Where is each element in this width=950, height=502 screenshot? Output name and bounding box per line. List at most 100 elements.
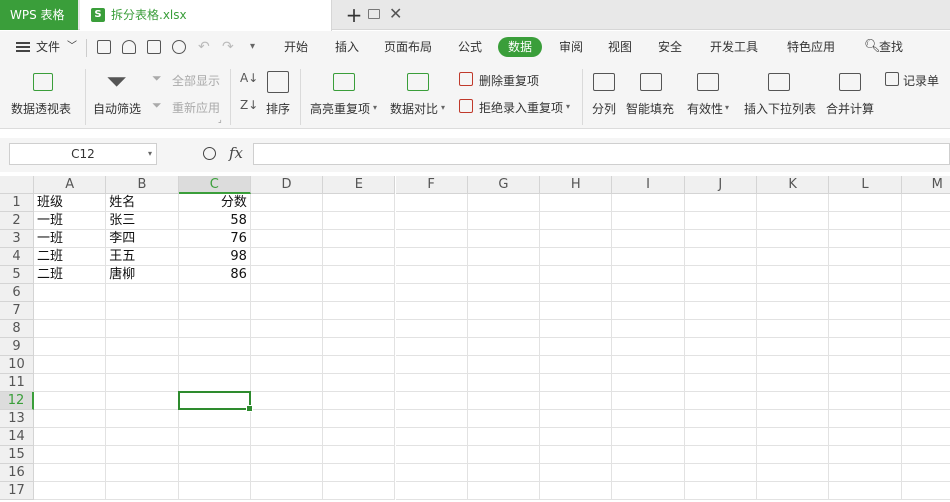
column-header-m[interactable]: M bbox=[901, 176, 950, 194]
cell-k2[interactable] bbox=[757, 212, 830, 230]
cell-m5[interactable] bbox=[901, 266, 950, 284]
cell-h9[interactable] bbox=[540, 338, 613, 356]
cell-c7[interactable] bbox=[178, 302, 251, 320]
cell-c5[interactable]: 86 bbox=[178, 266, 251, 284]
cell-f9[interactable] bbox=[395, 338, 468, 356]
cell-l13[interactable] bbox=[829, 410, 902, 428]
app-tab[interactable]: WPS 表格 bbox=[0, 0, 78, 30]
cell-e10[interactable] bbox=[323, 356, 396, 374]
cell-j4[interactable] bbox=[684, 248, 757, 266]
cell-c10[interactable] bbox=[178, 356, 251, 374]
cell-e9[interactable] bbox=[323, 338, 396, 356]
row-header-15[interactable]: 15 bbox=[0, 446, 34, 464]
cell-c17[interactable] bbox=[178, 482, 251, 500]
cell-l6[interactable] bbox=[829, 284, 902, 302]
cell-b16[interactable] bbox=[106, 464, 179, 482]
column-header-d[interactable]: D bbox=[250, 176, 324, 194]
cell-f3[interactable] bbox=[395, 230, 468, 248]
cell-d2[interactable] bbox=[250, 212, 324, 230]
cell-i3[interactable] bbox=[612, 230, 685, 248]
cell-c14[interactable] bbox=[178, 428, 251, 446]
cell-e17[interactable] bbox=[323, 482, 396, 500]
row-header-2[interactable]: 2 bbox=[0, 212, 34, 230]
tab-data[interactable]: 数据 bbox=[498, 37, 543, 57]
tab-special-apps[interactable]: 特色应用 bbox=[787, 31, 835, 63]
cell-a6[interactable] bbox=[34, 284, 107, 302]
cell-m7[interactable] bbox=[901, 302, 950, 320]
cell-b3[interactable]: 李四 bbox=[106, 230, 179, 248]
column-header-e[interactable]: E bbox=[323, 176, 396, 194]
cell-g3[interactable] bbox=[467, 230, 541, 248]
cell-i15[interactable] bbox=[612, 446, 685, 464]
cell-f16[interactable] bbox=[395, 464, 468, 482]
cell-e1[interactable] bbox=[323, 194, 396, 212]
print-preview-icon[interactable] bbox=[172, 40, 186, 54]
tab-home[interactable]: 开始 bbox=[284, 31, 308, 63]
chevron-down-icon[interactable]: ▾ bbox=[725, 103, 729, 112]
cell-i5[interactable] bbox=[612, 266, 685, 284]
cell-h4[interactable] bbox=[540, 248, 613, 266]
cell-f10[interactable] bbox=[395, 356, 468, 374]
cell-j5[interactable] bbox=[684, 266, 757, 284]
cell-f7[interactable] bbox=[395, 302, 468, 320]
cell-g10[interactable] bbox=[467, 356, 541, 374]
cell-g2[interactable] bbox=[467, 212, 541, 230]
cell-m9[interactable] bbox=[901, 338, 950, 356]
sort-button[interactable]: 排序 bbox=[266, 100, 290, 117]
cell-d16[interactable] bbox=[250, 464, 324, 482]
chevron-down-icon[interactable]: ▾ bbox=[441, 103, 445, 112]
cell-a4[interactable]: 二班 bbox=[34, 248, 107, 266]
cell-l14[interactable] bbox=[829, 428, 902, 446]
cell-a17[interactable] bbox=[34, 482, 107, 500]
cell-k7[interactable] bbox=[757, 302, 830, 320]
tab-insert[interactable]: 插入 bbox=[335, 31, 359, 63]
cell-k1[interactable] bbox=[757, 194, 830, 212]
highlight-duplicates-button[interactable]: 高亮重复项 bbox=[310, 100, 370, 117]
sort-descending-icon[interactable]: Z↓ bbox=[240, 98, 258, 112]
remove-duplicates-button[interactable]: 删除重复项 bbox=[479, 72, 539, 89]
cell-j6[interactable] bbox=[684, 284, 757, 302]
cell-h2[interactable] bbox=[540, 212, 613, 230]
tab-developer[interactable]: 开发工具 bbox=[710, 31, 758, 63]
chevron-down-icon[interactable]: ▾ bbox=[566, 102, 570, 111]
cell-l11[interactable] bbox=[829, 374, 902, 392]
cell-h12[interactable] bbox=[540, 392, 613, 410]
cell-b8[interactable] bbox=[106, 320, 179, 338]
chevron-down-icon[interactable]: ▾ bbox=[373, 103, 377, 112]
cell-j1[interactable] bbox=[684, 194, 757, 212]
select-all-corner[interactable] bbox=[0, 176, 34, 194]
cell-m11[interactable] bbox=[901, 374, 950, 392]
cell-m17[interactable] bbox=[901, 482, 950, 500]
sort-ascending-icon[interactable]: A↓ bbox=[240, 71, 258, 85]
cell-d14[interactable] bbox=[250, 428, 324, 446]
cell-a7[interactable] bbox=[34, 302, 107, 320]
cell-c15[interactable] bbox=[178, 446, 251, 464]
cell-k15[interactable] bbox=[757, 446, 830, 464]
cell-i16[interactable] bbox=[612, 464, 685, 482]
cell-a14[interactable] bbox=[34, 428, 107, 446]
cell-i17[interactable] bbox=[612, 482, 685, 500]
row-header-6[interactable]: 6 bbox=[0, 284, 34, 302]
cell-b1[interactable]: 姓名 bbox=[106, 194, 179, 212]
cell-m14[interactable] bbox=[901, 428, 950, 446]
cell-c3[interactable]: 76 bbox=[178, 230, 251, 248]
split-column-button[interactable]: 分列 bbox=[592, 100, 616, 117]
data-compare-button[interactable]: 数据对比 bbox=[390, 100, 438, 117]
cell-a13[interactable] bbox=[34, 410, 107, 428]
close-icon[interactable]: ✕ bbox=[389, 4, 402, 24]
cell-a10[interactable] bbox=[34, 356, 107, 374]
cell-m4[interactable] bbox=[901, 248, 950, 266]
cell-m3[interactable] bbox=[901, 230, 950, 248]
cell-d17[interactable] bbox=[250, 482, 324, 500]
cell-g6[interactable] bbox=[467, 284, 541, 302]
smart-fill-button[interactable]: 智能填充 bbox=[626, 100, 674, 117]
cell-j11[interactable] bbox=[684, 374, 757, 392]
cell-i2[interactable] bbox=[612, 212, 685, 230]
cell-l2[interactable] bbox=[829, 212, 902, 230]
window-restore-icon[interactable] bbox=[368, 9, 380, 19]
cell-h17[interactable] bbox=[540, 482, 613, 500]
cell-d11[interactable] bbox=[250, 374, 324, 392]
cell-e5[interactable] bbox=[323, 266, 396, 284]
row-header-14[interactable]: 14 bbox=[0, 428, 34, 446]
row-header-7[interactable]: 7 bbox=[0, 302, 34, 320]
